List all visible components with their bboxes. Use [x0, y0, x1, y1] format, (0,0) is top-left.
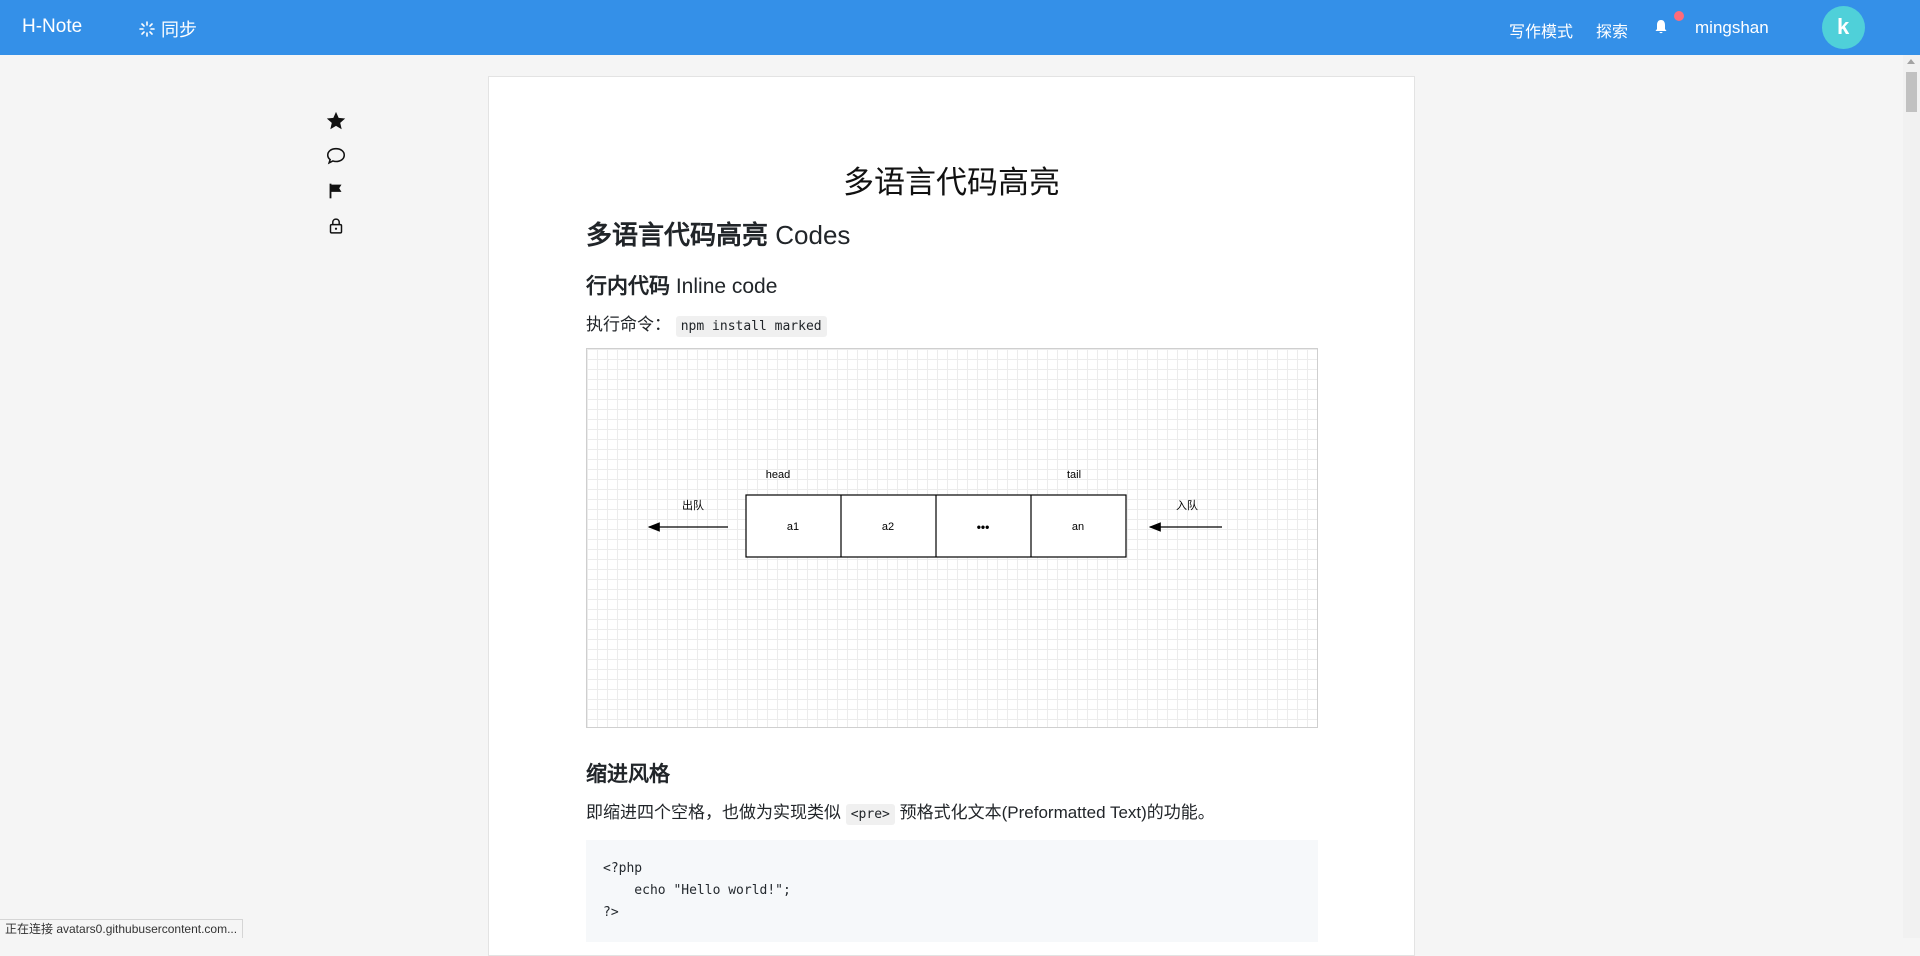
exec-command-paragraph: 执行命令： npm install marked [586, 312, 1318, 340]
avatar[interactable]: k [1822, 6, 1865, 49]
explore-link[interactable]: 探索 [1596, 18, 1628, 42]
heading-codes-cn: 多语言代码高亮 [586, 220, 769, 250]
page-scrollbar[interactable] [1903, 55, 1920, 938]
heading-codes-en: Codes [775, 220, 851, 250]
username-link[interactable]: mingshan [1695, 18, 1769, 38]
comment-icon[interactable] [325, 145, 347, 167]
lock-icon[interactable] [325, 215, 347, 237]
scroll-thumb[interactable] [1906, 72, 1917, 112]
indent-text-before: 即缩进四个空格，也做为实现类似 [586, 803, 841, 822]
queue-cell-a2: a2 [882, 521, 894, 533]
article-card: 多语言代码高亮 多语言代码高亮 Codes 行内代码 Inline code 执… [488, 76, 1415, 956]
inline-code-pre: <pre> [845, 804, 895, 825]
notification-dot [1674, 11, 1684, 21]
heading-inline-code: 行内代码 Inline code [586, 270, 1318, 300]
queue-diagram: head tail 出队 入队 a1 a2 ••• an [586, 348, 1318, 728]
code-block: <?php echo "Hello world!"; ?> [586, 840, 1318, 942]
heading-inline-en: Inline code [675, 275, 778, 298]
heading-codes: 多语言代码高亮 Codes [586, 215, 1318, 252]
sync-label: 同步 [161, 20, 197, 40]
sync-button[interactable]: 同步 [139, 16, 197, 42]
flag-icon[interactable] [325, 180, 347, 202]
head-label: head [766, 469, 790, 481]
brand-logo[interactable]: H-Note [22, 16, 82, 38]
queue-cell-an: an [1072, 521, 1084, 533]
article-content: 多语言代码高亮 Codes 行内代码 Inline code 执行命令： npm… [586, 215, 1318, 942]
tail-label: tail [1067, 469, 1081, 481]
scroll-up-arrow-icon[interactable] [1907, 59, 1915, 64]
inline-code: npm install marked [675, 316, 827, 337]
star-icon[interactable] [325, 110, 347, 132]
heading-indent-style: 缩进风格 [586, 763, 670, 786]
article-action-rail [325, 110, 347, 250]
avatar-glyph-icon: k [1837, 14, 1850, 39]
browser-status-bar: 正在连接 avatars0.githubusercontent.com... [0, 919, 244, 938]
queue-cell-a1: a1 [787, 521, 799, 533]
exec-label: 执行命令： [586, 315, 671, 334]
sync-spinner-icon [139, 21, 155, 37]
dequeue-label: 出队 [682, 498, 704, 512]
indent-paragraph: 即缩进四个空格，也做为实现类似 <pre> 预格式化文本(Preformatte… [586, 800, 1318, 828]
queue-cell-ellipsis: ••• [977, 520, 990, 534]
top-navbar: H-Note 同步 写作模式 探索 mingshan k [0, 0, 1920, 55]
bell-icon[interactable] [1654, 19, 1668, 35]
heading-inline-cn: 行内代码 [586, 275, 670, 298]
write-mode-link[interactable]: 写作模式 [1509, 18, 1573, 42]
article-title: 多语言代码高亮 [843, 165, 1060, 200]
enqueue-label: 入队 [1176, 498, 1198, 512]
indent-text-after: 预格式化文本(Preformatted Text)的功能。 [899, 803, 1215, 822]
